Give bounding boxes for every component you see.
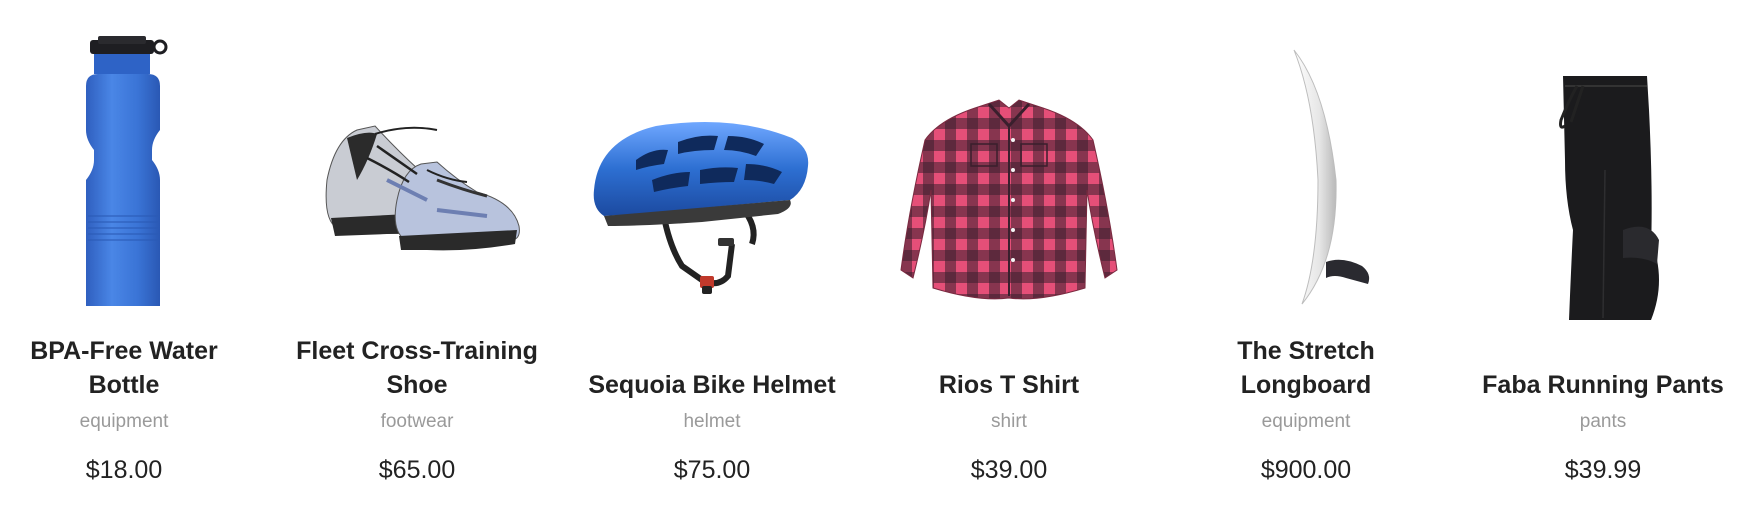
longboard-image[interactable] xyxy=(1176,30,1436,350)
product-card-helmet[interactable]: Sequoia Bike Helmet helmet $75.00 xyxy=(582,0,842,524)
product-name[interactable]: Fleet Cross-Training Shoe xyxy=(287,334,547,402)
product-name[interactable]: Faba Running Pants xyxy=(1473,368,1733,402)
sneakers-image[interactable] xyxy=(287,30,547,350)
plaid-shirt-image[interactable] xyxy=(879,30,1139,350)
product-category: pants xyxy=(1579,411,1627,432)
product-name[interactable]: The Stretch Longboard xyxy=(1176,334,1436,402)
product-card-water-bottle[interactable]: BPA-Free Water Bottle equipment $18.00 xyxy=(0,0,254,524)
product-category: helmet xyxy=(683,411,741,432)
product-name[interactable]: Rios T Shirt xyxy=(879,368,1139,402)
product-card-shirt[interactable]: Rios T Shirt shirt $39.00 xyxy=(879,0,1139,524)
product-card-shoe[interactable]: Fleet Cross-Training Shoe footwear $65.0… xyxy=(287,0,547,524)
product-price: $18.00 xyxy=(85,456,163,484)
product-price: $39.99 xyxy=(1564,456,1642,484)
product-category: shirt xyxy=(991,411,1027,432)
bike-helmet-image[interactable] xyxy=(582,30,842,350)
product-price: $39.00 xyxy=(970,456,1048,484)
product-category: equipment xyxy=(79,411,169,432)
product-card-longboard[interactable]: The Stretch Longboard equipment $900.00 xyxy=(1176,0,1436,524)
water-bottle-image[interactable] xyxy=(0,30,254,350)
product-name[interactable]: BPA-Free Water Bottle xyxy=(0,334,254,402)
product-category: footwear xyxy=(380,411,454,432)
product-name[interactable]: Sequoia Bike Helmet xyxy=(582,368,842,402)
product-price: $900.00 xyxy=(1260,456,1352,484)
product-price: $75.00 xyxy=(673,456,751,484)
product-grid: BPA-Free Water Bottle equipment $18.00 F… xyxy=(0,0,1748,524)
product-card-pants[interactable]: Faba Running Pants pants $39.99 xyxy=(1473,0,1733,524)
product-price: $65.00 xyxy=(378,456,456,484)
product-category: equipment xyxy=(1261,411,1351,432)
running-pants-image[interactable] xyxy=(1473,30,1733,350)
